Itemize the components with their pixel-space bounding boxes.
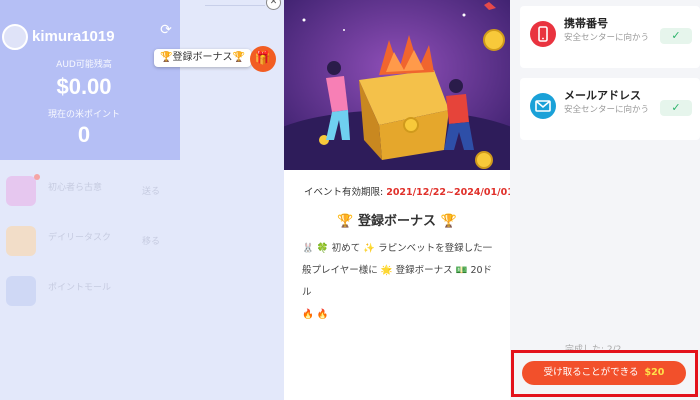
event-desc-line: 🐰 🍀 初めて ✨ ラピンベットを登録した一 xyxy=(302,243,493,254)
security-item-subtitle: 安全センターに向かう xyxy=(564,105,650,115)
task-label: 初心者ら古意 xyxy=(48,183,103,193)
notification-dot xyxy=(34,174,40,180)
username: kimura1019 xyxy=(32,28,115,45)
security-item-subtitle: 安全センターに向かう xyxy=(564,33,650,43)
event-banner-image xyxy=(284,0,510,170)
security-item-email[interactable]: メールアドレス 安全センターに向かう ✓ xyxy=(520,78,700,140)
event-period-label: イベント有効期限: xyxy=(304,187,384,198)
event-title: 🏆 登録ボーナス 🏆 xyxy=(337,214,457,229)
claim-button-amount: $20 xyxy=(644,367,665,378)
points-value: 0 xyxy=(77,122,91,147)
mail-icon xyxy=(530,93,556,119)
task-label: ポイントモール xyxy=(48,283,112,293)
check-icon: ✓ xyxy=(660,28,692,44)
balance-value: $0.00 xyxy=(56,74,112,99)
event-period-dates: 2021/12/22~2024/01/01 xyxy=(386,187,514,198)
security-item-title: メールアドレス xyxy=(564,89,641,102)
claim-button[interactable]: 受け取ることができる $20 xyxy=(522,361,686,385)
check-icon: ✓ xyxy=(660,100,692,116)
shopping-bag-icon xyxy=(6,276,36,306)
beginner-task-icon xyxy=(6,176,36,206)
left-panel: kimura1019 ⟳ AUD可能残高 $0.00 現在の米ポイント 0 初心… xyxy=(0,0,285,400)
event-desc-line: 般プレイヤー様に 🌟 登録ボーナス 💵 20ドル xyxy=(302,265,493,298)
points-label: 現在の米ポイント xyxy=(47,110,120,120)
task-label: デイリータスク xyxy=(48,233,112,243)
claim-button-label: 受け取ることができる xyxy=(543,367,639,378)
security-panel: 携帯番号 安全センターに向かう ✓ メールアドレス 安全センターに向かう ✓ xyxy=(510,0,700,400)
gift-icon[interactable]: 🎁 xyxy=(250,46,276,72)
top-strip xyxy=(205,0,265,6)
event-detail-panel: イベント有効期限: 2021/12/22~2024/01/01 🏆 登録ボーナス … xyxy=(284,0,514,400)
event-description: 🐰 🍀 初めて ✨ ラピンベットを登録した一 般プレイヤー様に 🌟 登録ボーナス… xyxy=(302,238,497,326)
event-period: イベント有効期限: 2021/12/22~2024/01/01 xyxy=(304,184,514,198)
task-action[interactable]: 送る xyxy=(142,184,160,197)
avatar xyxy=(2,24,28,50)
user-card: kimura1019 ⟳ AUD可能残高 $0.00 現在の米ポイント 0 xyxy=(0,0,180,160)
security-item-title: 携帯番号 xyxy=(564,17,608,30)
event-desc-line: 🔥 🔥 xyxy=(302,309,329,320)
balance-label: AUD可能残高 xyxy=(56,60,112,70)
task-row-beginner[interactable]: 初心者ら古意 送る xyxy=(0,168,180,218)
task-action[interactable]: 移る xyxy=(142,234,160,247)
bonus-tooltip: 🏆登録ボーナス🏆 xyxy=(154,49,251,67)
refresh-icon[interactable]: ⟳ xyxy=(158,22,174,38)
banner-illustration xyxy=(284,0,510,170)
daily-task-icon xyxy=(6,226,36,256)
phone-icon xyxy=(530,21,556,47)
task-row-daily[interactable]: デイリータスク 移る xyxy=(0,218,180,268)
task-row-points-mall[interactable]: ポイントモール xyxy=(0,268,180,318)
security-item-phone[interactable]: 携帯番号 安全センターに向かう ✓ xyxy=(520,6,700,68)
